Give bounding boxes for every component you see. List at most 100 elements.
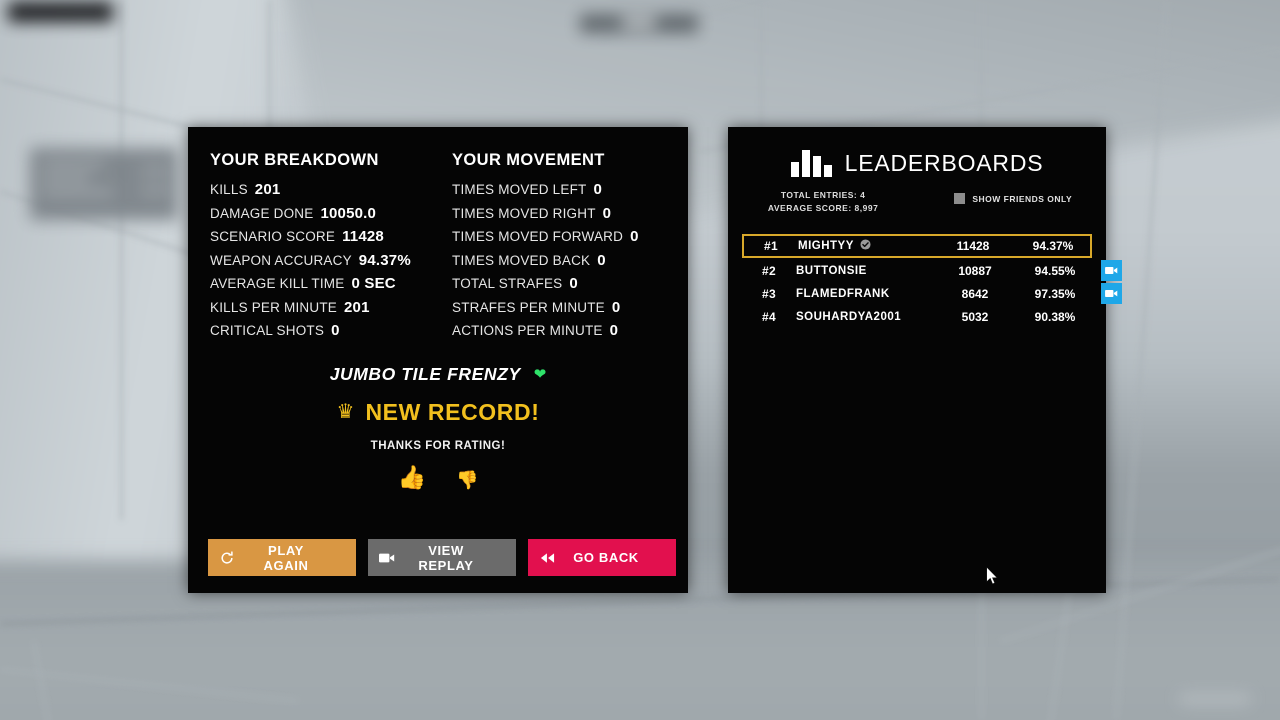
view-replay-button[interactable]: VIEW REPLAY <box>368 539 516 576</box>
leaderboard-player-label: SOUHARDYA2001 <box>796 310 902 323</box>
stat-value: 201 <box>254 181 281 198</box>
breakdown-column: YOUR BREAKDOWN KILLS 201 DAMAGE DONE 10050.… <box>210 151 430 346</box>
stat-label: AVERAGE KILL TIME <box>210 276 345 291</box>
stat-row: KILLS 201 <box>210 181 430 198</box>
heart-icon[interactable]: ❤ <box>534 367 547 382</box>
leaderboard-rank: #3 <box>762 286 776 301</box>
stat-value: 201 <box>343 298 370 316</box>
hud-blurred-top-center <box>580 14 698 33</box>
hud-blurred-top-left <box>8 2 113 22</box>
leaderboards-header: LEADERBOARDS <box>728 127 1106 177</box>
leaderboard-player-label: FLAMEDFRANK <box>796 287 890 300</box>
results-panel: YOUR BREAKDOWN KILLS 201 DAMAGE DONE 10050.… <box>188 127 688 593</box>
stat-label: DAMAGE DONE <box>210 205 314 221</box>
verified-badge-icon <box>860 239 871 254</box>
show-friends-only-toggle[interactable]: SHOW FRIENDS ONLY <box>954 193 1072 204</box>
action-buttons: PLAY AGAIN VIEW REPLAY GO BACK <box>208 539 676 576</box>
bar-chart-icon <box>790 149 832 177</box>
new-record-banner: ♛ NEW RECORD! <box>188 399 688 426</box>
hud-blurred-panel-left <box>30 148 178 220</box>
leaderboard-rank: #1 <box>764 239 778 254</box>
show-friends-only-label: SHOW FRIENDS ONLY <box>972 193 1073 204</box>
leaderboard-score: 8642 <box>961 286 989 301</box>
movement-column: YOUR MOVEMENT TIMES MOVED LEFT 0 TIMES MOV… <box>452 151 672 346</box>
stat-label: KILLS <box>210 182 248 197</box>
leaderboard-row[interactable]: #1 MIGHTYY 11428 94.37% <box>742 234 1092 259</box>
stat-row: SCENARIO SCORE 11428 <box>210 228 430 245</box>
leaderboards-meta: TOTAL ENTRIES: 4 AVERAGE SCORE: 8,997 SH… <box>728 189 1106 215</box>
play-again-label: PLAY AGAIN <box>263 542 309 573</box>
leaderboard-player-label: BUTTONSIE <box>796 264 867 277</box>
leaderboard-score: 5032 <box>961 309 989 324</box>
leaderboard-accuracy: 90.38% <box>1034 309 1076 324</box>
stat-row: ACTIONS PER MINUTE 0 <box>452 322 672 339</box>
stat-row: CRITICAL SHOTS 0 <box>210 322 430 339</box>
stat-value: 0 <box>331 322 340 339</box>
leaderboards-title: LEADERBOARDS <box>844 149 1044 176</box>
stat-value: 10050.0 <box>320 204 377 222</box>
refresh-icon <box>208 550 246 565</box>
stat-row: TIMES MOVED RIGHT 0 <box>452 205 672 222</box>
stat-value: 0 SEC <box>351 275 396 292</box>
leaderboard-row[interactable]: #4 SOUHARDYA2001 5032 90.38% <box>742 305 1092 328</box>
stat-row: TIMES MOVED BACK 0 <box>452 252 672 269</box>
leaderboards-stats: TOTAL ENTRIES: 4 AVERAGE SCORE: 8,997 <box>768 189 878 215</box>
leaderboard-player-name: FLAMEDFRANK <box>796 288 932 300</box>
scenario-name: JUMBO TILE FRENZY <box>329 363 521 384</box>
hud-blurred-bottom-right <box>1180 694 1250 704</box>
stat-value: 0 <box>569 275 578 292</box>
breakdown-title: YOUR BREAKDOWN <box>210 151 379 169</box>
stat-label: KILLS PER MINUTE <box>210 299 337 315</box>
total-entries-text: TOTAL ENTRIES: 4 <box>780 190 866 200</box>
scenario-line: JUMBO TILE FRENZY ❤ <box>188 364 688 385</box>
video-camera-icon <box>368 552 406 564</box>
play-again-button[interactable]: PLAY AGAIN <box>208 539 356 576</box>
stat-label: TOTAL STRAFES <box>452 276 563 291</box>
leaderboard-row[interactable]: #3 FLAMEDFRANK 8642 97.35% <box>742 282 1122 305</box>
go-back-button[interactable]: GO BACK <box>528 539 676 576</box>
leaderboard-player-name: BUTTONSIE <box>796 265 932 277</box>
thumbs-down-icon[interactable]: 👎 <box>456 471 478 489</box>
rating-row: 👍 👎 <box>188 465 688 489</box>
crown-icon: ♛ <box>336 401 355 423</box>
go-back-label: GO BACK <box>573 550 639 565</box>
leaderboard-rows: #1 MIGHTYY 11428 94.37% #2 BUTTONSIE 10887 94.5… <box>728 234 1122 328</box>
leaderboard-accuracy: 94.37% <box>1032 239 1074 254</box>
mouse-cursor <box>986 567 998 585</box>
leaderboard-replay-button[interactable] <box>1101 283 1122 305</box>
stat-label: STRAFES PER MINUTE <box>452 299 605 315</box>
stat-label: TIMES MOVED BACK <box>452 252 591 268</box>
leaderboard-replay-button[interactable] <box>1101 260 1122 282</box>
view-replay-label: VIEW REPLAY <box>418 542 474 573</box>
stat-row: TOTAL STRAFES 0 <box>452 275 672 292</box>
leaderboard-accuracy: 94.55% <box>1034 263 1076 278</box>
stat-label: TIMES MOVED LEFT <box>452 182 587 197</box>
leaderboard-score: 10887 <box>958 263 992 278</box>
stat-label: TIMES MOVED FORWARD <box>452 229 624 244</box>
leaderboards-panel: LEADERBOARDS TOTAL ENTRIES: 4 AVERAGE SC… <box>728 127 1122 593</box>
stat-row: DAMAGE DONE 10050.0 <box>210 205 430 222</box>
stat-row: STRAFES PER MINUTE 0 <box>452 299 672 316</box>
stat-label: TIMES MOVED RIGHT <box>452 205 596 221</box>
show-friends-only-checkbox[interactable] <box>954 193 966 204</box>
stat-value: 11428 <box>342 228 384 245</box>
leaderboard-rank: #2 <box>762 263 776 278</box>
leaderboard-accuracy: 97.35% <box>1034 286 1076 301</box>
leaderboard-row[interactable]: #2 BUTTONSIE 10887 94.55% <box>742 259 1122 282</box>
stat-value: 0 <box>611 298 621 316</box>
leaderboard-player-name: SOUHARDYA2001 <box>796 311 932 323</box>
stat-value: 0 <box>597 251 606 269</box>
stats-columns: YOUR BREAKDOWN KILLS 201 DAMAGE DONE 10050.… <box>188 127 688 346</box>
stat-value: 0 <box>593 181 603 198</box>
stat-value: 94.37% <box>358 251 411 269</box>
stat-row: TIMES MOVED FORWARD 0 <box>452 228 672 245</box>
stat-value: 0 <box>609 322 619 339</box>
leaderboard-player-label: MIGHTYY <box>798 240 854 253</box>
movement-title: YOUR MOVEMENT <box>452 151 605 169</box>
average-score-text: AVERAGE SCORE: 8,997 <box>767 203 879 214</box>
stat-label: SCENARIO SCORE <box>210 229 336 244</box>
stat-value: 0 <box>630 228 639 245</box>
new-record-text: NEW RECORD! <box>365 398 540 425</box>
stat-row: KILLS PER MINUTE 201 <box>210 299 430 316</box>
thumbs-up-icon[interactable]: 👍 <box>397 465 426 489</box>
